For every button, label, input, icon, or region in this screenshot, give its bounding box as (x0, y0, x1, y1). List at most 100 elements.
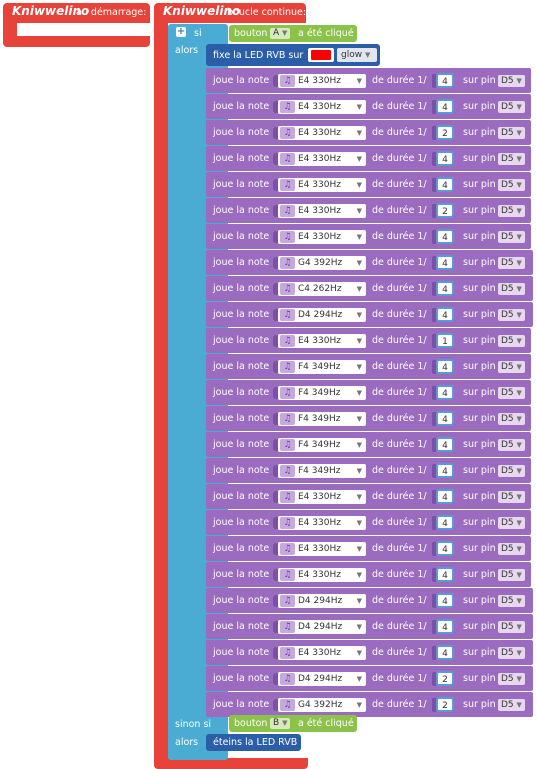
plus-icon[interactable]: + (176, 27, 186, 37)
note-dropdown[interactable]: ♫ E4 330Hz ▼ (278, 230, 366, 244)
pin-dropdown[interactable]: D5 ▼ (498, 413, 525, 425)
play-note-block[interactable]: joue la note ♫ F4 349Hz ▼ de durée 1/4 sur pi… (206, 354, 531, 379)
duration-field[interactable]: 4 (436, 515, 454, 530)
note-dropdown[interactable]: ♫ E4 330Hz ▼ (278, 204, 366, 218)
play-note-block[interactable]: joue la note ♫ E4 330Hz ▼ de durée 1/4 sur pi… (206, 224, 531, 249)
pin-dropdown[interactable]: D5 ▼ (498, 283, 525, 295)
duration-field[interactable]: 4 (436, 593, 454, 608)
duration-field[interactable]: 4 (436, 281, 454, 296)
duration-field[interactable]: 4 (436, 177, 454, 192)
play-note-block[interactable]: joue la note ♫ G4 392Hz ▼ de durée 1/2 sur pi… (206, 692, 533, 717)
play-note-block[interactable]: joue la note ♫ D4 294Hz ▼ de durée 1/2 sur pi… (206, 666, 533, 691)
note-dropdown[interactable]: ♫ G4 392Hz ▼ (278, 256, 366, 270)
play-note-block[interactable]: joue la note ♫ E4 330Hz ▼ de durée 1/4 sur pi… (206, 510, 531, 535)
pin-dropdown[interactable]: D5 ▼ (498, 101, 525, 113)
button-a-dropdown[interactable]: A ▼ (270, 28, 291, 39)
note-dropdown[interactable]: ♫ F4 349Hz ▼ (278, 438, 366, 452)
duration-field[interactable]: 4 (436, 489, 454, 504)
note-dropdown[interactable]: ♫ D4 294Hz ▼ (278, 672, 366, 686)
note-dropdown[interactable]: ♫ E4 330Hz ▼ (278, 100, 366, 114)
play-note-block[interactable]: joue la note ♫ F4 349Hz ▼ de durée 1/4 sur pi… (206, 458, 531, 483)
pin-dropdown[interactable]: D5 ▼ (498, 257, 525, 269)
duration-field[interactable]: 4 (436, 99, 454, 114)
play-note-block[interactable]: joue la note ♫ E4 330Hz ▼ de durée 1/4 sur pi… (206, 146, 531, 171)
play-note-block[interactable]: joue la note ♫ E4 330Hz ▼ de durée 1/4 sur pi… (206, 68, 531, 93)
pin-dropdown[interactable]: D5 ▼ (498, 361, 525, 373)
led-color-swatch[interactable] (308, 48, 334, 62)
play-note-block[interactable]: joue la note ♫ D4 294Hz ▼ de durée 1/4 sur pi… (206, 588, 533, 613)
note-dropdown[interactable]: ♫ E4 330Hz ▼ (278, 152, 366, 166)
duration-field[interactable]: 4 (436, 151, 454, 166)
duration-field[interactable]: 4 (436, 385, 454, 400)
note-dropdown[interactable]: ♫ F4 349Hz ▼ (278, 464, 366, 478)
duration-field[interactable]: 2 (436, 203, 454, 218)
note-dropdown[interactable]: ♫ F4 349Hz ▼ (278, 412, 366, 426)
pin-dropdown[interactable]: D5 ▼ (498, 621, 525, 633)
play-note-block[interactable]: joue la note ♫ E4 330Hz ▼ de durée 1/2 sur pi… (206, 198, 531, 223)
play-note-block[interactable]: joue la note ♫ E4 330Hz ▼ de durée 1/1 sur pi… (206, 328, 531, 353)
duration-field[interactable]: 4 (436, 619, 454, 634)
duration-field[interactable]: 4 (436, 463, 454, 478)
play-note-block[interactable]: joue la note ♫ D4 294Hz ▼ de durée 1/4 sur pi… (206, 302, 533, 327)
pin-dropdown[interactable]: D5 ▼ (498, 439, 525, 451)
play-note-block[interactable]: joue la note ♫ E4 330Hz ▼ de durée 1/4 sur pi… (206, 172, 531, 197)
duration-field[interactable]: 2 (436, 671, 454, 686)
duration-field[interactable]: 4 (436, 411, 454, 426)
button-b-dropdown[interactable]: B ▼ (270, 718, 291, 729)
note-dropdown[interactable]: ♫ E4 330Hz ▼ (278, 516, 366, 530)
note-dropdown[interactable]: ♫ E4 330Hz ▼ (278, 542, 366, 556)
play-note-block[interactable]: joue la note ♫ E4 330Hz ▼ de durée 1/4 sur pi… (206, 94, 531, 119)
play-note-block[interactable]: joue la note ♫ F4 349Hz ▼ de durée 1/4 sur pi… (206, 380, 531, 405)
pin-dropdown[interactable]: D5 ▼ (498, 387, 525, 399)
duration-field[interactable]: 4 (436, 437, 454, 452)
play-note-block[interactable]: joue la note ♫ E4 330Hz ▼ de durée 1/4 sur pi… (206, 562, 531, 587)
play-note-block[interactable]: joue la note ♫ E4 330Hz ▼ de durée 1/4 sur pi… (206, 640, 533, 665)
duration-field[interactable]: 4 (436, 73, 454, 88)
duration-field[interactable]: 2 (436, 697, 454, 712)
duration-field[interactable]: 4 (436, 229, 454, 244)
pin-dropdown[interactable]: D5 ▼ (498, 335, 525, 347)
note-dropdown[interactable]: ♫ E4 330Hz ▼ (278, 490, 366, 504)
play-note-block[interactable]: joue la note ♫ F4 349Hz ▼ de durée 1/4 sur pi… (206, 406, 531, 431)
pin-dropdown[interactable]: D5 ▼ (498, 75, 525, 87)
note-dropdown[interactable]: ♫ F4 349Hz ▼ (278, 360, 366, 374)
note-dropdown[interactable]: ♫ D4 294Hz ▼ (278, 620, 366, 634)
note-dropdown[interactable]: ♫ F4 349Hz ▼ (278, 386, 366, 400)
play-note-block[interactable]: joue la note ♫ G4 392Hz ▼ de durée 1/4 sur pi… (206, 250, 533, 275)
pin-dropdown[interactable]: D5 ▼ (498, 699, 525, 711)
note-dropdown[interactable]: ♫ E4 330Hz ▼ (278, 74, 366, 88)
note-dropdown[interactable]: ♫ D4 294Hz ▼ (278, 308, 366, 322)
note-dropdown[interactable]: ♫ G4 392Hz ▼ (278, 698, 366, 712)
pin-dropdown[interactable]: D5 ▼ (498, 569, 525, 581)
pin-dropdown[interactable]: D5 ▼ (498, 465, 525, 477)
duration-field[interactable]: 4 (436, 359, 454, 374)
duration-field[interactable]: 1 (436, 333, 454, 348)
play-note-block[interactable]: joue la note ♫ C4 262Hz ▼ de durée 1/4 sur pi… (206, 276, 533, 301)
play-note-block[interactable]: joue la note ♫ E4 330Hz ▼ de durée 1/4 sur pi… (206, 536, 531, 561)
pin-dropdown[interactable]: D5 ▼ (498, 673, 525, 685)
pin-dropdown[interactable]: D5 ▼ (498, 309, 525, 321)
pin-dropdown[interactable]: D5 ▼ (498, 179, 525, 191)
duration-field[interactable]: 4 (436, 567, 454, 582)
note-dropdown[interactable]: ♫ C4 262Hz ▼ (278, 282, 366, 296)
pin-dropdown[interactable]: D5 ▼ (498, 491, 525, 503)
pin-dropdown[interactable]: D5 ▼ (498, 205, 525, 217)
note-dropdown[interactable]: ♫ E4 330Hz ▼ (278, 178, 366, 192)
pin-dropdown[interactable]: D5 ▼ (498, 517, 525, 529)
pin-dropdown[interactable]: D5 ▼ (498, 153, 525, 165)
pin-dropdown[interactable]: D5 ▼ (498, 543, 525, 555)
duration-field[interactable]: 4 (436, 255, 454, 270)
note-dropdown[interactable]: ♫ E4 330Hz ▼ (278, 126, 366, 140)
play-note-block[interactable]: joue la note ♫ F4 349Hz ▼ de durée 1/4 sur pi… (206, 432, 531, 457)
duration-field[interactable]: 4 (436, 645, 454, 660)
play-note-block[interactable]: joue la note ♫ E4 330Hz ▼ de durée 1/4 sur pi… (206, 484, 531, 509)
pin-dropdown[interactable]: D5 ▼ (498, 647, 525, 659)
duration-field[interactable]: 4 (436, 307, 454, 322)
duration-field[interactable]: 2 (436, 125, 454, 140)
note-dropdown[interactable]: ♫ E4 330Hz ▼ (278, 646, 366, 660)
play-note-block[interactable]: joue la note ♫ E4 330Hz ▼ de durée 1/2 sur pi… (206, 120, 531, 145)
play-note-block[interactable]: joue la note ♫ D4 294Hz ▼ de durée 1/4 sur pi… (206, 614, 533, 639)
duration-field[interactable]: 4 (436, 541, 454, 556)
note-dropdown[interactable]: ♫ E4 330Hz ▼ (278, 334, 366, 348)
pin-dropdown[interactable]: D5 ▼ (498, 595, 525, 607)
